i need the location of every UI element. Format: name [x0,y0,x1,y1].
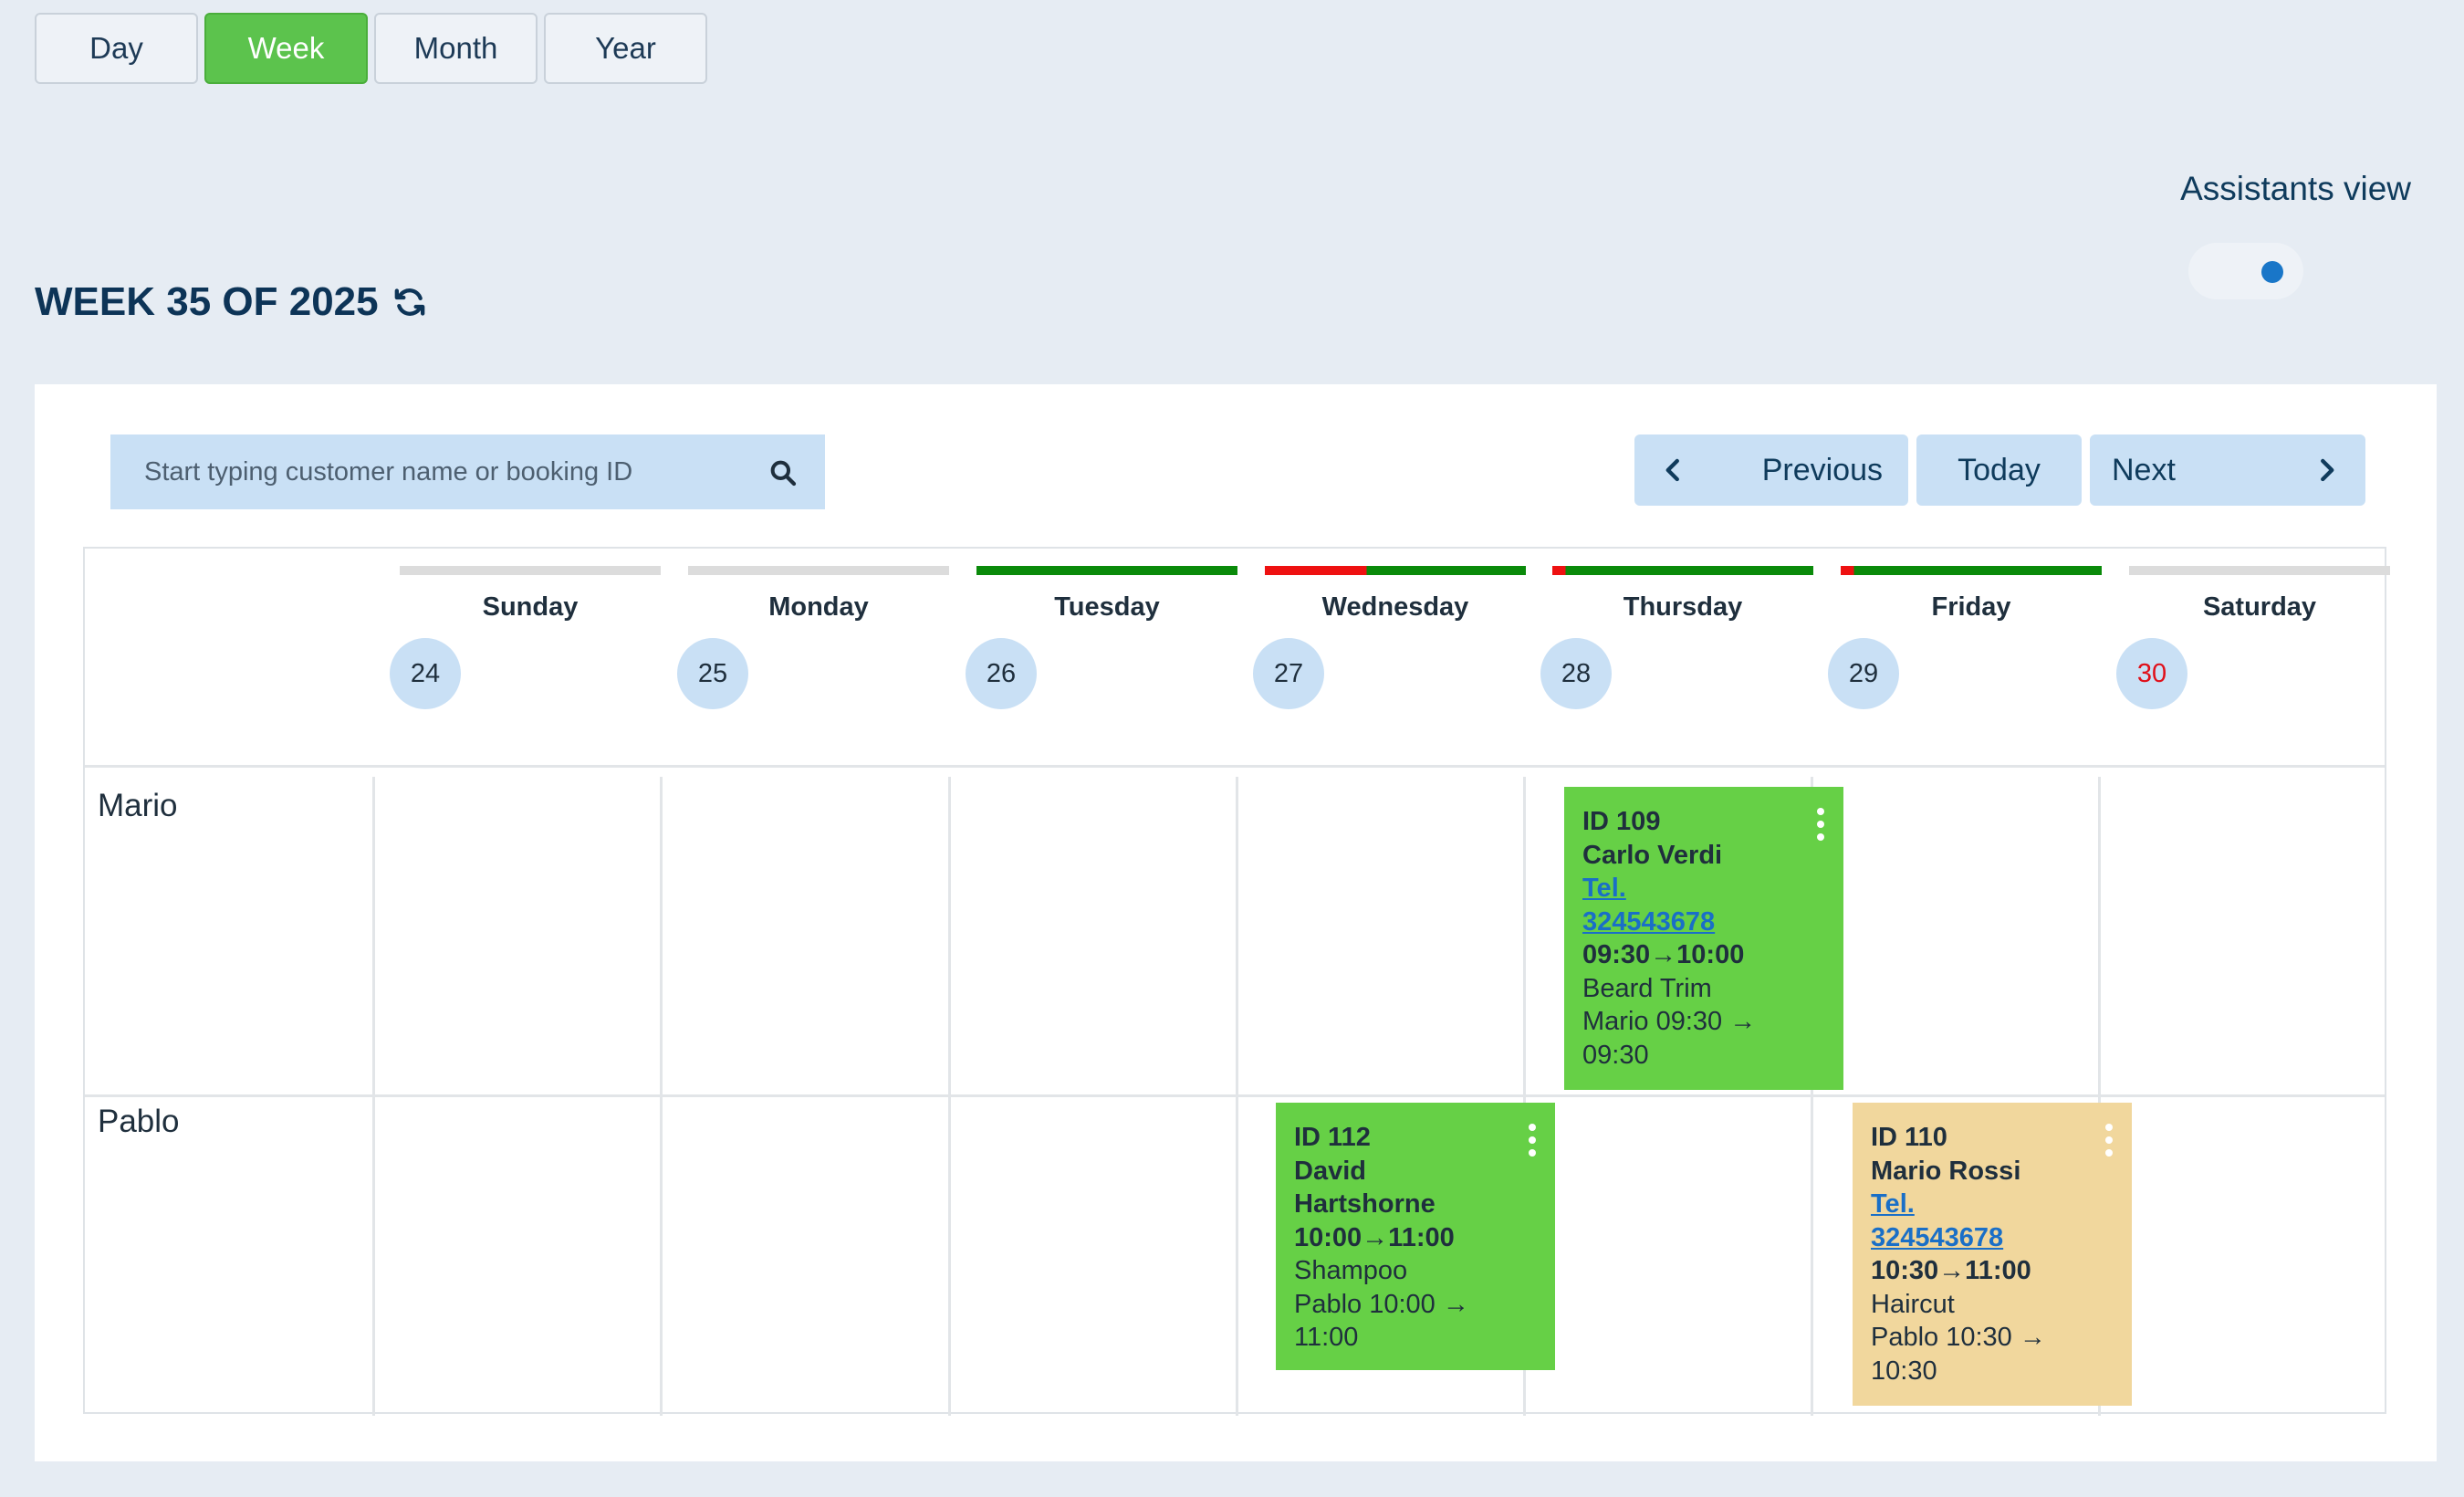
view-switcher: Day Week Month Year [35,13,707,84]
chevron-right-icon [2321,458,2334,482]
row-name-pablo: Pablo [98,1104,180,1139]
booking-customer: Carlo Verdi [1582,840,1723,870]
previous-button[interactable]: Previous [1634,434,1908,506]
booking-tel-link[interactable]: Tel. 324543678 [1582,872,1825,938]
booking-card[interactable]: ID 110 Mario Rossi Tel. 324543678 10:30→1… [1853,1103,2132,1406]
booking-tel-label: Tel. [1871,1189,1915,1219]
day-name-thursday: Thursday [1623,592,1743,622]
day-number-24[interactable]: 24 [390,638,461,709]
view-day-button[interactable]: Day [35,13,198,84]
more-options-icon[interactable] [1816,807,1825,842]
day-name-friday: Friday [1931,592,2011,622]
availability-bar-wednesday [1265,566,1526,575]
more-options-icon[interactable] [2104,1123,2114,1157]
next-label: Next [2112,452,2176,487]
search-bar [110,434,825,509]
more-options-icon[interactable] [1528,1123,1537,1157]
availability-bar-sunday [400,566,661,575]
view-week-button[interactable]: Week [204,13,368,84]
booking-customer: David [1294,1156,1366,1186]
today-label: Today [1958,452,2041,487]
booking-time: 10:00→11:00 [1294,1222,1455,1252]
week-title-text: WEEK 35 OF 2025 [35,279,379,324]
view-year-button[interactable]: Year [544,13,707,84]
refresh-icon[interactable] [392,284,428,320]
day-number-30[interactable]: 30 [2116,638,2187,709]
assistants-view-label: Assistants view [2180,170,2411,207]
booking-customer: Mario Rossi [1871,1156,2021,1186]
day-number-25[interactable]: 25 [677,638,748,709]
day-name-monday: Monday [768,592,869,622]
availability-bar-saturday [2129,566,2390,575]
today-button[interactable]: Today [1916,434,2082,506]
day-name-tuesday: Tuesday [1054,592,1160,622]
column-divider [372,777,375,1416]
calendar-panel: Previous Today Next Sunday Monday Tuesda… [35,384,2437,1461]
booking-assistant: Pablo 10:30 → [1871,1323,2046,1352]
page-title: WEEK 35 OF 2025 [35,279,428,325]
next-button[interactable]: Next [2090,434,2365,506]
booking-customer-surname: Hartshorne [1294,1189,1436,1219]
booking-service: Beard Trim [1582,973,1712,1003]
availability-bar-monday [688,566,949,575]
booking-card[interactable]: ID 112 David Hartshorne 10:00→11:00 Sham… [1276,1103,1555,1370]
booking-assistant-end: 10:30 [1871,1356,1937,1386]
booking-id: ID 109 [1582,807,1661,836]
day-number-28[interactable]: 28 [1540,638,1612,709]
row-divider [85,1094,2385,1097]
booking-assistant: Pablo 10:00 → [1294,1289,1469,1319]
booking-tel-number: 324543678 [1871,1222,2004,1252]
day-name-sunday: Sunday [482,592,579,622]
chevron-left-icon [1665,458,1679,482]
booking-tel-label: Tel. [1582,874,1626,903]
booking-tel-link[interactable]: Tel. 324543678 [1871,1188,2114,1254]
booking-id: ID 112 [1294,1123,1371,1152]
search-input[interactable] [144,456,728,487]
day-number-26[interactable]: 26 [966,638,1037,709]
booking-id: ID 110 [1871,1123,1947,1152]
assistants-view-toggle[interactable] [2188,243,2303,299]
booking-time: 10:30→11:00 [1871,1256,2031,1285]
day-number-29[interactable]: 29 [1828,638,1899,709]
header-divider [85,765,2385,768]
availability-bar-friday [1841,566,2102,575]
day-number-27[interactable]: 27 [1253,638,1324,709]
view-month-button[interactable]: Month [374,13,538,84]
toggle-knob [2261,261,2283,283]
booking-service: Haircut [1871,1289,1955,1319]
row-name-mario: Mario [98,788,178,823]
booking-service: Shampoo [1294,1256,1408,1285]
booking-card[interactable]: ID 109 Carlo Verdi Tel. 324543678 09:30→1… [1564,787,1843,1090]
column-divider [660,777,663,1416]
booking-assistant: Mario 09:30 → [1582,1007,1757,1036]
availability-bar-thursday [1552,566,1813,575]
previous-label: Previous [1761,452,1883,487]
booking-time: 09:30→10:00 [1582,940,1745,969]
day-name-wednesday: Wednesday [1321,592,1469,622]
search-icon[interactable] [768,458,798,487]
week-grid: Sunday Monday Tuesday Wednesday Thursday… [83,547,2390,1416]
booking-assistant-end: 11:00 [1294,1323,1359,1352]
column-divider [948,777,951,1416]
day-name-saturday: Saturday [2202,592,2317,622]
column-divider [1236,777,1238,1416]
availability-bar-tuesday [976,566,1237,575]
booking-assistant-end: 09:30 [1582,1040,1649,1070]
booking-tel-number: 324543678 [1582,906,1716,937]
